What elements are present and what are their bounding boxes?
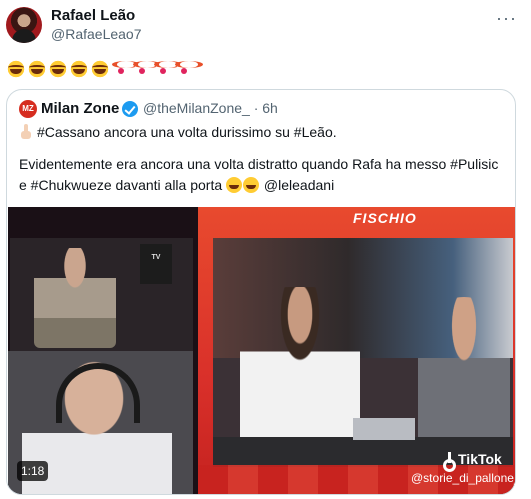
video-person-host xyxy=(240,287,360,457)
laughing-tears-icon xyxy=(6,59,26,78)
author-display-name[interactable]: Rafael Leão xyxy=(51,7,135,24)
tiktok-icon xyxy=(443,452,456,472)
more-options-icon[interactable]: ··· xyxy=(496,8,517,29)
quoted-text-line2: Evidentemente era ancora una volta distr… xyxy=(19,156,499,172)
sweat-smile-icon xyxy=(243,177,260,193)
laughing-tears-icon xyxy=(48,59,68,78)
quoted-text-line1: #Cassano ancora una volta durissimo su #… xyxy=(19,122,337,142)
video-player[interactable]: FISCHIO TV xyxy=(8,207,515,494)
pointing-up-icon xyxy=(19,124,33,140)
video-person-seated xyxy=(34,248,116,348)
sweat-smile-icon xyxy=(226,177,243,193)
quoted-display-name[interactable]: Milan Zone xyxy=(41,100,119,117)
quoted-text-line3-prefix: e #Chukwueze davanti alla porta xyxy=(19,177,223,193)
clown-icon xyxy=(111,59,140,78)
author-handle[interactable]: @RafaeLeao7 xyxy=(51,26,142,42)
quoted-text-line3: e #Chukwueze davanti alla porta @leleada… xyxy=(19,175,334,195)
tweet[interactable]: Rafael Leão @RafaeLeao7 ··· MZ Milan Zon… xyxy=(0,0,531,499)
video-person-guest xyxy=(418,297,510,457)
author-avatar[interactable] xyxy=(6,7,42,43)
quoted-tweet[interactable]: MZ Milan Zone @theMilanZone_ · 6h #Cassa… xyxy=(6,89,516,495)
laughing-tears-icon xyxy=(90,59,110,78)
quoted-handle-time[interactable]: @theMilanZone_ · 6h xyxy=(143,100,278,116)
video-laptop xyxy=(353,418,415,440)
quoted-text-line1-content: #Cassano ancora una volta durissimo su #… xyxy=(37,124,337,140)
laughing-tears-icon xyxy=(69,59,89,78)
quoted-avatar[interactable]: MZ xyxy=(19,100,37,118)
laughing-tears-icon xyxy=(27,59,47,78)
tiktok-handle: @storie_di_pallone_ xyxy=(411,471,521,485)
mention-link[interactable]: @leleadani xyxy=(264,177,334,193)
video-studio-sign: TV xyxy=(140,244,172,284)
video-banner-text: FISCHIO xyxy=(353,210,417,226)
tweet-text xyxy=(6,58,203,78)
clown-icon xyxy=(153,59,182,78)
tiktok-watermark: TikTok xyxy=(443,451,502,472)
video-duration-badge: 1:18 xyxy=(17,461,49,481)
tiktok-label: TikTok xyxy=(458,451,502,467)
clown-icon xyxy=(132,59,161,78)
verified-badge-icon xyxy=(122,101,138,117)
clown-icon xyxy=(174,59,203,78)
